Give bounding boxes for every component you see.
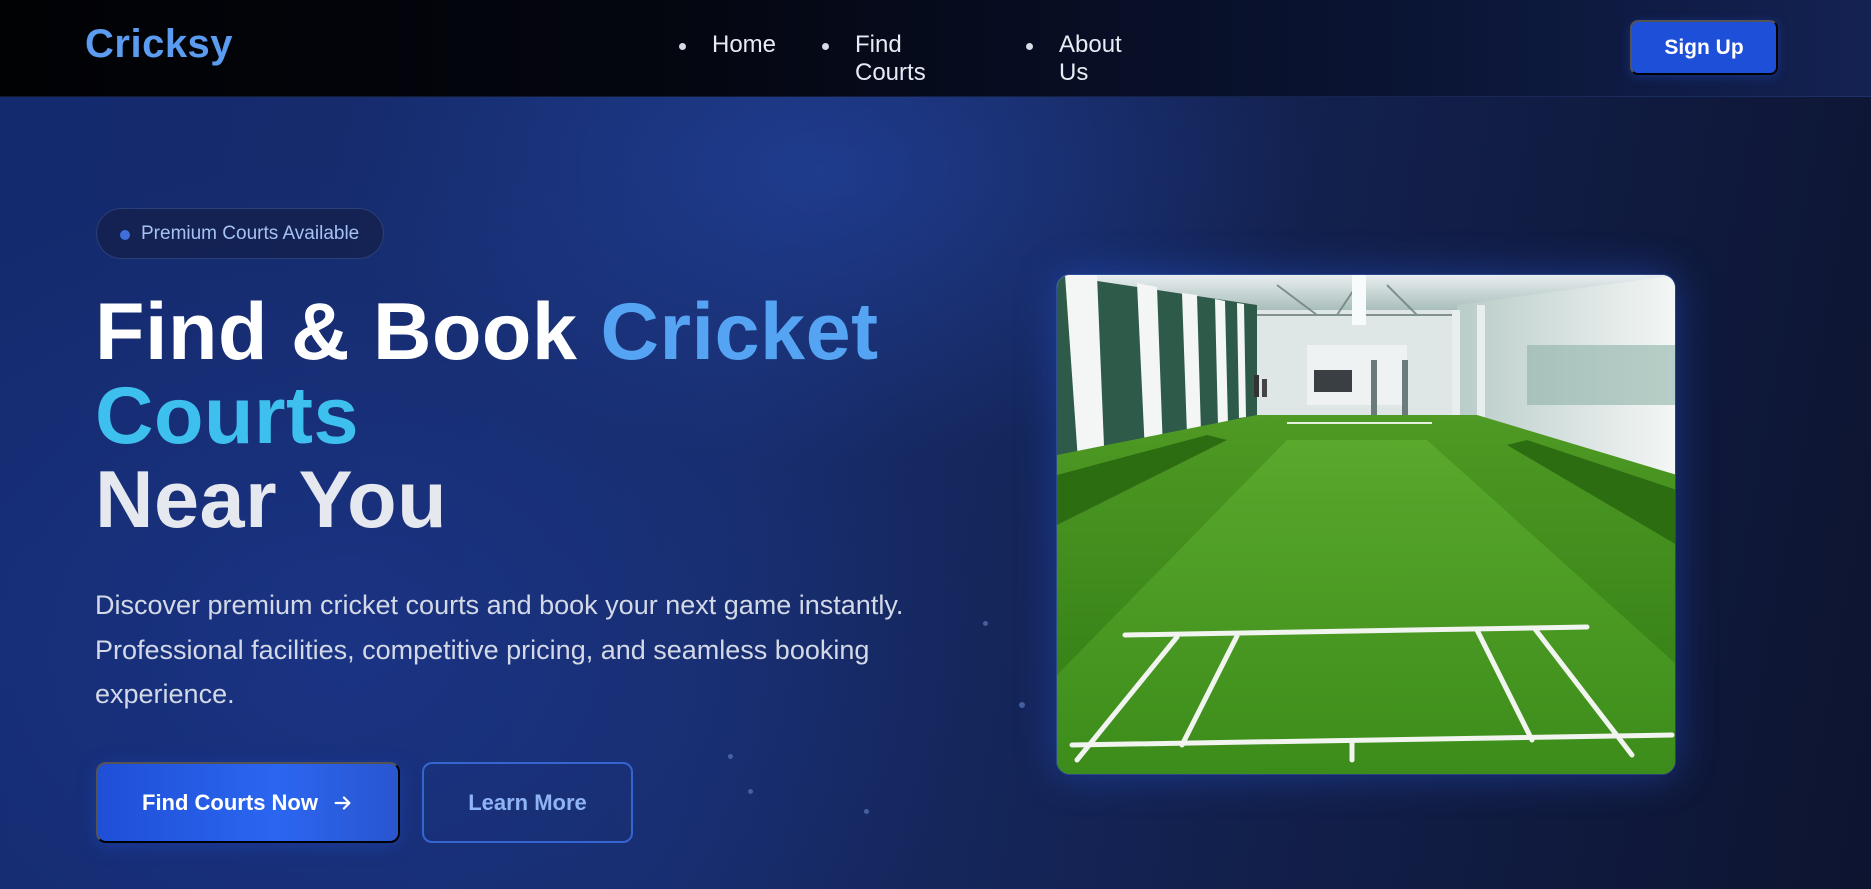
court-photo-illustration (1057, 275, 1675, 774)
headline-line-1: Find & Book Cricket (95, 290, 879, 374)
arrow-right-icon (334, 795, 351, 810)
premium-badge: Premium Courts Available (96, 208, 384, 259)
sparkle-dot (864, 809, 869, 814)
sparkle-dot (728, 754, 733, 759)
sparkle-dot (748, 789, 753, 794)
find-courts-now-label: Find Courts Now (142, 789, 318, 815)
find-courts-now-button[interactable]: Find Courts Now (96, 762, 400, 843)
headline-line-2: Courts (95, 371, 359, 461)
logo[interactable]: Cricksy (85, 22, 233, 67)
nav-bullet-icon (822, 43, 829, 50)
navbar: Cricksy Home Find Courts About Us Sign U… (0, 0, 1871, 97)
page: Cricksy Home Find Courts About Us Sign U… (0, 0, 1871, 889)
nav-link-about-us[interactable]: About Us (1059, 31, 1122, 87)
cricket-court-image (1056, 274, 1676, 775)
hero-headline: Find & Book Cricket Courts Near You (95, 290, 879, 542)
headline-accent: Cricket (600, 287, 879, 377)
nav-link-home[interactable]: Home (712, 31, 776, 59)
sparkle-dot (983, 621, 988, 626)
sparkle-dot (1019, 702, 1025, 708)
headline-text: Find & Book (95, 287, 601, 377)
nav-link-find-courts[interactable]: Find Courts (855, 31, 926, 87)
status-dot-icon (120, 230, 130, 240)
sign-up-button[interactable]: Sign Up (1630, 20, 1778, 75)
nav-bullet-icon (679, 43, 686, 50)
learn-more-button[interactable]: Learn More (422, 762, 633, 843)
hero-description: Discover premium cricket courts and book… (95, 590, 904, 709)
nav-bullet-icon (1026, 43, 1033, 50)
badge-label: Premium Courts Available (141, 223, 360, 244)
headline-line-3: Near You (95, 455, 448, 545)
